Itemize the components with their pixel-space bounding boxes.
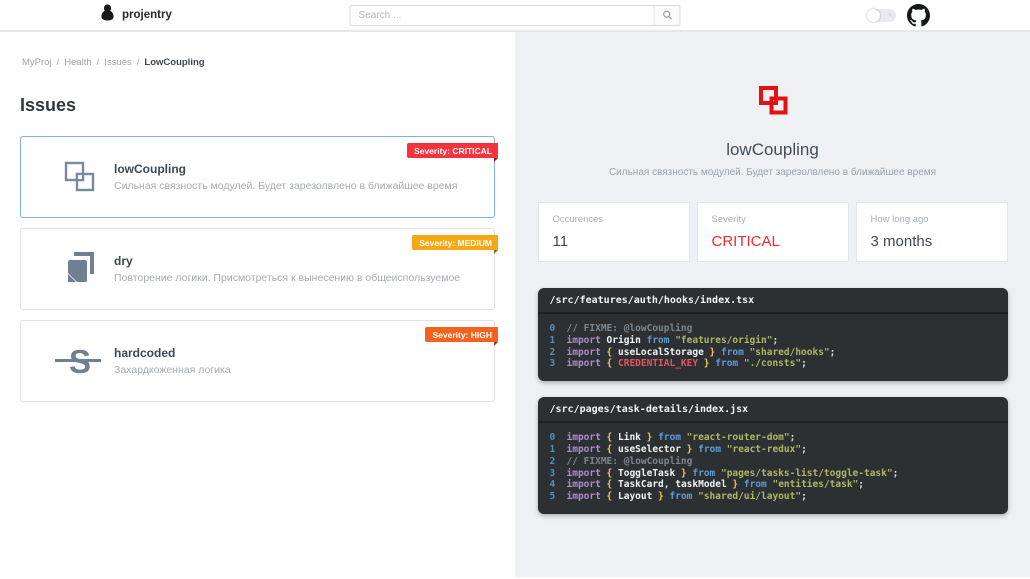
severity-badge: Severity: HIGH — [425, 327, 498, 342]
badge-fold — [494, 158, 498, 162]
code-text: // FIXME: @lowCoupling — [558, 323, 693, 335]
overlapping-squares-icon — [757, 103, 789, 120]
search-box — [350, 5, 681, 26]
code-body: 0import { Link } from "react-router-dom"… — [538, 423, 1008, 514]
main-content: MyProj/Health/Issues/LowCoupling Issues … — [0, 32, 1030, 577]
breadcrumb-item[interactable]: Issues — [104, 57, 131, 68]
details-header: lowCoupling Сильная связность модулей. Б… — [538, 84, 1008, 178]
line-number: 3 — [538, 468, 558, 480]
page-title: Issues — [20, 95, 495, 116]
issue-details-panel: lowCoupling Сильная связность модулей. Б… — [515, 32, 1030, 577]
issue-card-description: Повторение логики. Присмотреться к вынес… — [114, 272, 460, 284]
stat-label: How long ago — [871, 214, 993, 225]
github-icon[interactable] — [907, 4, 930, 27]
navbar: projentry ☀ — [0, 0, 1030, 32]
code-line: 2// FIXME: @lowCoupling — [538, 456, 1008, 468]
code-text: import { Layout } from "shared/ui/layout… — [558, 491, 807, 503]
search-input[interactable] — [351, 10, 654, 21]
strikethrough-s-icon: S — [61, 341, 99, 381]
stat-severity: Severity CRITICAL — [697, 202, 849, 262]
details-title: lowCoupling — [538, 140, 1008, 160]
toggle-knob — [867, 9, 880, 22]
navbar-controls: ☀ — [867, 4, 930, 27]
breadcrumb-separator: / — [97, 57, 100, 68]
brand[interactable]: projentry — [100, 4, 172, 26]
stat-value: CRITICAL — [712, 233, 834, 250]
code-text: import { useLocalStorage } from "shared/… — [558, 347, 836, 359]
line-number: 5 — [538, 491, 558, 503]
line-number: 2 — [538, 347, 558, 359]
breadcrumb-item: LowCoupling — [144, 57, 204, 68]
issue-card-title: lowCoupling — [114, 162, 457, 176]
code-line: 3import { ToggleTask } from "pages/tasks… — [538, 468, 1008, 480]
line-number: 1 — [538, 444, 558, 456]
code-text: import { TaskCard, taskModel } from "ent… — [558, 479, 865, 491]
details-subtitle: Сильная связность модулей. Будет зарезол… — [538, 167, 1008, 178]
breadcrumb: MyProj / Health / Issues / LowCoupling — [20, 57, 495, 68]
code-block-list: /src/features/auth/hooks/index.tsx0// FI… — [538, 288, 1008, 514]
line-number: 2 — [538, 456, 558, 468]
code-block: /src/pages/task-details/index.jsx0import… — [538, 397, 1008, 514]
issue-card-lowCoupling[interactable]: lowCoupling Сильная связность модулей. Бу… — [20, 136, 495, 218]
brand-title: projentry — [122, 9, 172, 21]
issue-card-title: hardcoded — [114, 346, 231, 360]
code-body: 0// FIXME: @lowCoupling1import Origin fr… — [538, 314, 1008, 381]
code-line: 3import { CREDENTIAL_KEY } from "./const… — [538, 358, 1008, 370]
theme-toggle[interactable]: ☀ — [867, 9, 896, 22]
code-line: 5import { Layout } from "shared/ui/layou… — [538, 491, 1008, 503]
code-text: import { CREDENTIAL_KEY } from "./consts… — [558, 358, 807, 370]
sun-icon: ☀ — [887, 12, 893, 19]
code-text: import { Link } from "react-router-dom"; — [558, 432, 796, 444]
stat-label: Severity — [712, 214, 834, 225]
stat-how-long-ago: How long ago 3 months — [856, 202, 1008, 262]
search-icon — [662, 7, 672, 25]
line-number: 0 — [538, 323, 558, 335]
stat-value: 3 months — [871, 233, 993, 250]
issue-card-description: Сильная связность модулей. Будет зарезол… — [114, 180, 457, 192]
overlapping-squares-icon — [61, 157, 99, 197]
logo-icon — [100, 4, 115, 26]
issue-card-dry[interactable]: dry Повторение логики. Присмотреться к вы… — [20, 228, 495, 310]
severity-badge: Severity: MEDIUM — [412, 235, 498, 250]
code-line: 0import { Link } from "react-router-dom"… — [538, 432, 1008, 444]
breadcrumb-item[interactable]: Health — [64, 57, 91, 68]
line-number: 1 — [538, 335, 558, 347]
badge-fold — [494, 250, 498, 254]
code-block: /src/features/auth/hooks/index.tsx0// FI… — [538, 288, 1008, 381]
issues-panel: MyProj/Health/Issues/LowCoupling Issues … — [0, 32, 515, 577]
code-file-path: /src/pages/task-details/index.jsx — [538, 397, 1008, 423]
breadcrumb-separator: / — [137, 57, 140, 68]
code-file-path: /src/features/auth/hooks/index.tsx — [538, 288, 1008, 314]
search-button[interactable] — [654, 6, 680, 25]
line-number: 3 — [538, 358, 558, 370]
breadcrumb-item[interactable]: MyProj — [22, 57, 52, 68]
code-line: 1import { useSelector } from "react-redu… — [538, 444, 1008, 456]
code-text: // FIXME: @lowCoupling — [558, 456, 693, 468]
code-text: import { ToggleTask } from "pages/tasks-… — [558, 468, 899, 480]
code-line: 2import { useLocalStorage } from "shared… — [538, 347, 1008, 359]
issue-card-hardcoded[interactable]: Shardcoded Захардкоженная логика Severity:… — [20, 320, 495, 402]
code-line: 4import { TaskCard, taskModel } from "en… — [538, 479, 1008, 491]
code-line: 0// FIXME: @lowCoupling — [538, 323, 1008, 335]
issue-card-title: dry — [114, 254, 460, 268]
issue-card-description: Захардкоженная логика — [114, 364, 231, 376]
severity-badge: Severity: CRITICAL — [407, 143, 498, 158]
stats-row: Occurences 11 Severity CRITICAL How long… — [538, 202, 1008, 262]
code-text: import { useSelector } from "react-redux… — [558, 444, 807, 456]
code-text: import Origin from "features/origin"; — [558, 335, 779, 347]
breadcrumb-separator: / — [57, 57, 60, 68]
stat-occurences: Occurences 11 — [538, 202, 690, 262]
issue-card-list: lowCoupling Сильная связность модулей. Бу… — [20, 136, 495, 402]
code-line: 1import Origin from "features/origin"; — [538, 335, 1008, 347]
stat-value: 11 — [553, 233, 675, 250]
line-number: 0 — [538, 432, 558, 444]
line-number: 4 — [538, 479, 558, 491]
stat-label: Occurences — [553, 214, 675, 225]
copy-pages-icon — [61, 249, 99, 289]
badge-fold — [494, 342, 498, 346]
